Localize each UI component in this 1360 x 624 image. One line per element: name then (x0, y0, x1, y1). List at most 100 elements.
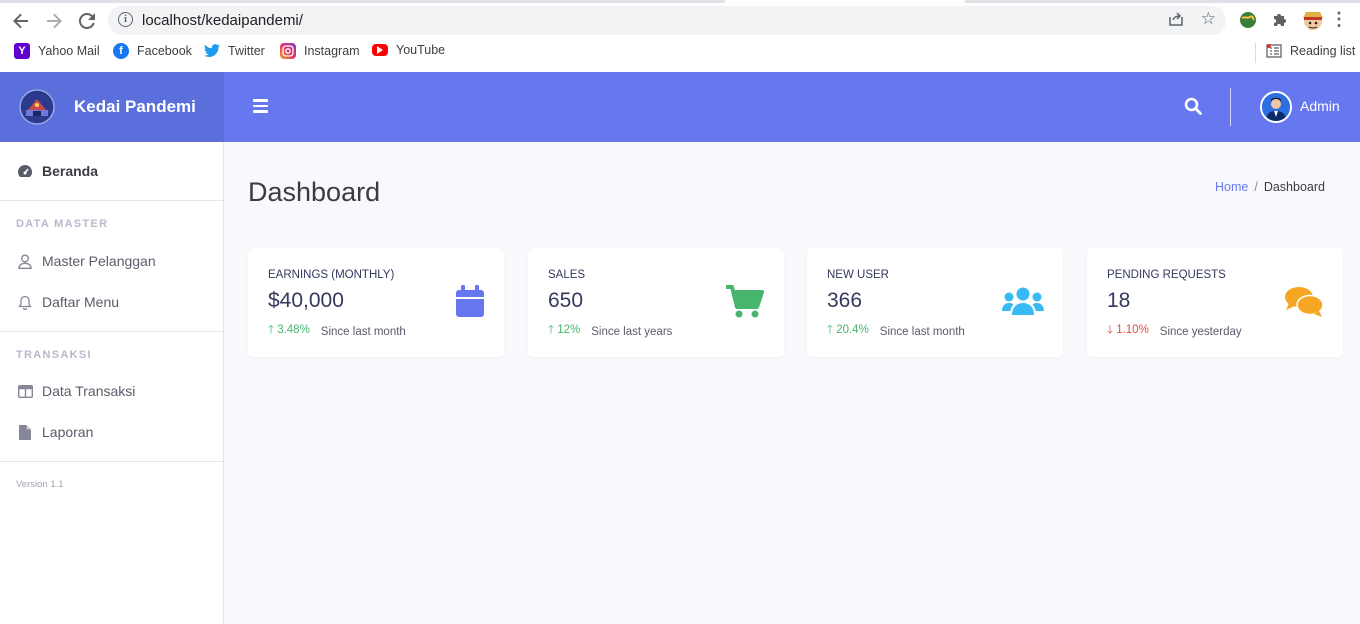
sidebar-toggle-icon[interactable] (253, 99, 268, 113)
change-value: 1.10% (1116, 324, 1149, 336)
tab-strip (0, 0, 1360, 3)
bookmark-label: YouTube (396, 43, 446, 57)
brand-logo-icon (18, 88, 56, 126)
change-indicator: 🡑 12% (548, 322, 580, 341)
comments-icon (1285, 286, 1324, 323)
sidebar-item-label: Laporan (42, 424, 94, 440)
change-indicator: 🡑 3.48% (268, 322, 310, 341)
sidebar-item-label: Master Pelanggan (42, 253, 156, 269)
stat-card-pending-requests: PENDING REQUESTS 18 🡓 1.10% Since yester… (1087, 248, 1343, 357)
card-footer: 🡑 20.4% Since last month (827, 322, 965, 341)
stat-card-new-user: NEW USER 366 🡑 20.4% Since last month (807, 248, 1063, 357)
navbar-divider (1230, 88, 1231, 126)
url-text[interactable]: localhost/kedaipandemi/ (142, 12, 303, 29)
bookmark-star-icon[interactable]: ☆ (1201, 9, 1216, 29)
bookmark-label: Twitter (228, 44, 265, 58)
sidebar-item-label: Beranda (42, 163, 99, 179)
bookmark-facebook[interactable]: f Facebook (113, 43, 192, 59)
reload-icon[interactable] (76, 10, 98, 32)
card-value: 18 (1107, 289, 1131, 312)
card-label: EARNINGS (MONTHLY) (268, 269, 395, 281)
card-label: SALES (548, 269, 586, 281)
bookmarks-bar: Y Yahoo Mail f Facebook Twitter Instagra… (0, 40, 1360, 66)
reading-list-button[interactable]: Reading list (1266, 43, 1355, 59)
card-value: $40,000 (268, 289, 344, 312)
sidebar-heading-master: DATA MASTER (16, 218, 109, 230)
instagram-icon (280, 43, 296, 59)
change-value: 12% (557, 324, 581, 336)
browser-toolbar: i localhost/kedaipandemi/ ☆ ⋮ Y Yahoo Ma… (0, 0, 1360, 72)
info-icon[interactable]: i (118, 12, 133, 27)
cart-icon (726, 285, 764, 323)
yahoo-icon: Y (14, 43, 30, 59)
gauge-icon (16, 162, 34, 180)
breadcrumb: Home / Dashboard (1215, 180, 1325, 194)
change-value: 20.4% (836, 324, 869, 336)
forward-icon[interactable] (43, 10, 65, 32)
reading-list-label: Reading list (1290, 44, 1356, 58)
sidebar-divider (0, 331, 224, 332)
user-icon (16, 252, 34, 270)
sidebar-item-laporan[interactable]: Laporan (0, 412, 224, 452)
profile-avatar-icon[interactable] (1301, 8, 1325, 32)
since-text: Since last month (320, 325, 406, 338)
users-icon (1002, 287, 1044, 320)
bookmark-youtube[interactable]: YouTube (372, 43, 445, 57)
avatar[interactable] (1260, 91, 1292, 123)
stat-card-sales: SALES 650 🡑 12% Since last years (528, 248, 784, 357)
card-label: NEW USER (827, 269, 889, 281)
sidebar-item-label: Data Transaksi (42, 383, 136, 399)
bookmark-instagram[interactable]: Instagram (280, 43, 360, 59)
arrow-up-icon: 🡑 (268, 324, 274, 336)
sidebar-item-beranda[interactable]: Beranda (0, 151, 224, 191)
reading-list-icon (1266, 43, 1282, 59)
bell-icon (16, 293, 34, 311)
arrow-down-icon: 🡓 (1107, 324, 1113, 336)
sidebar-item-data-transaksi[interactable]: Data Transaksi (0, 371, 224, 411)
change-indicator: 🡑 20.4% (827, 322, 869, 341)
back-icon[interactable] (10, 10, 32, 32)
bookmark-label: Yahoo Mail (38, 44, 100, 58)
since-text: Since last month (879, 325, 965, 338)
columns-icon (16, 382, 34, 400)
breadcrumb-home-link[interactable]: Home (1215, 180, 1248, 194)
sidebar-heading-transaksi: TRANSAKSI (16, 349, 92, 361)
sidebar-item-daftar-menu[interactable]: Daftar Menu (0, 282, 224, 322)
file-icon (16, 423, 34, 441)
since-text: Since yesterday (1159, 325, 1242, 338)
page-title: Dashboard (248, 177, 381, 207)
brand-name: Kedai Pandemi (74, 97, 196, 116)
search-icon[interactable] (1184, 97, 1204, 117)
user-name[interactable]: Admin (1300, 98, 1340, 114)
bookmarks-divider (1255, 43, 1256, 63)
twitter-icon (204, 43, 220, 59)
extensions-puzzle-icon[interactable] (1270, 10, 1290, 30)
bookmark-yahoo-mail[interactable]: Y Yahoo Mail (14, 43, 100, 59)
facebook-icon: f (113, 43, 129, 59)
share-icon[interactable] (1168, 11, 1184, 31)
browser-menu-icon[interactable]: ⋮ (1330, 9, 1348, 29)
top-navbar: Admin (224, 72, 1360, 142)
breadcrumb-separator: / (1254, 180, 1258, 194)
card-footer: 🡓 1.10% Since yesterday (1107, 322, 1242, 341)
change-indicator: 🡓 1.10% (1107, 322, 1149, 341)
bookmark-label: Facebook (137, 44, 192, 58)
bookmark-twitter[interactable]: Twitter (204, 43, 265, 59)
youtube-icon (372, 44, 388, 56)
card-footer: 🡑 12% Since last years (548, 322, 672, 341)
arrow-up-icon: 🡑 (548, 324, 554, 336)
version-text: Version 1.1 (16, 479, 64, 490)
sidebar-divider (0, 200, 224, 201)
sidebar-brand[interactable]: Kedai Pandemi (0, 72, 224, 142)
breadcrumb-current: Dashboard (1263, 180, 1325, 194)
extension-globe-icon[interactable] (1238, 10, 1258, 30)
card-footer: 🡑 3.48% Since last month (268, 322, 406, 341)
arrow-up-icon: 🡑 (827, 324, 833, 336)
card-value: 650 (548, 289, 584, 312)
since-text: Since last years (591, 325, 673, 338)
sidebar-item-master-pelanggan[interactable]: Master Pelanggan (0, 241, 224, 281)
card-value: 366 (827, 289, 863, 312)
sidebar-item-label: Daftar Menu (42, 294, 120, 310)
address-bar[interactable]: i localhost/kedaipandemi/ ☆ (108, 6, 1226, 35)
sidebar-divider (0, 461, 224, 462)
